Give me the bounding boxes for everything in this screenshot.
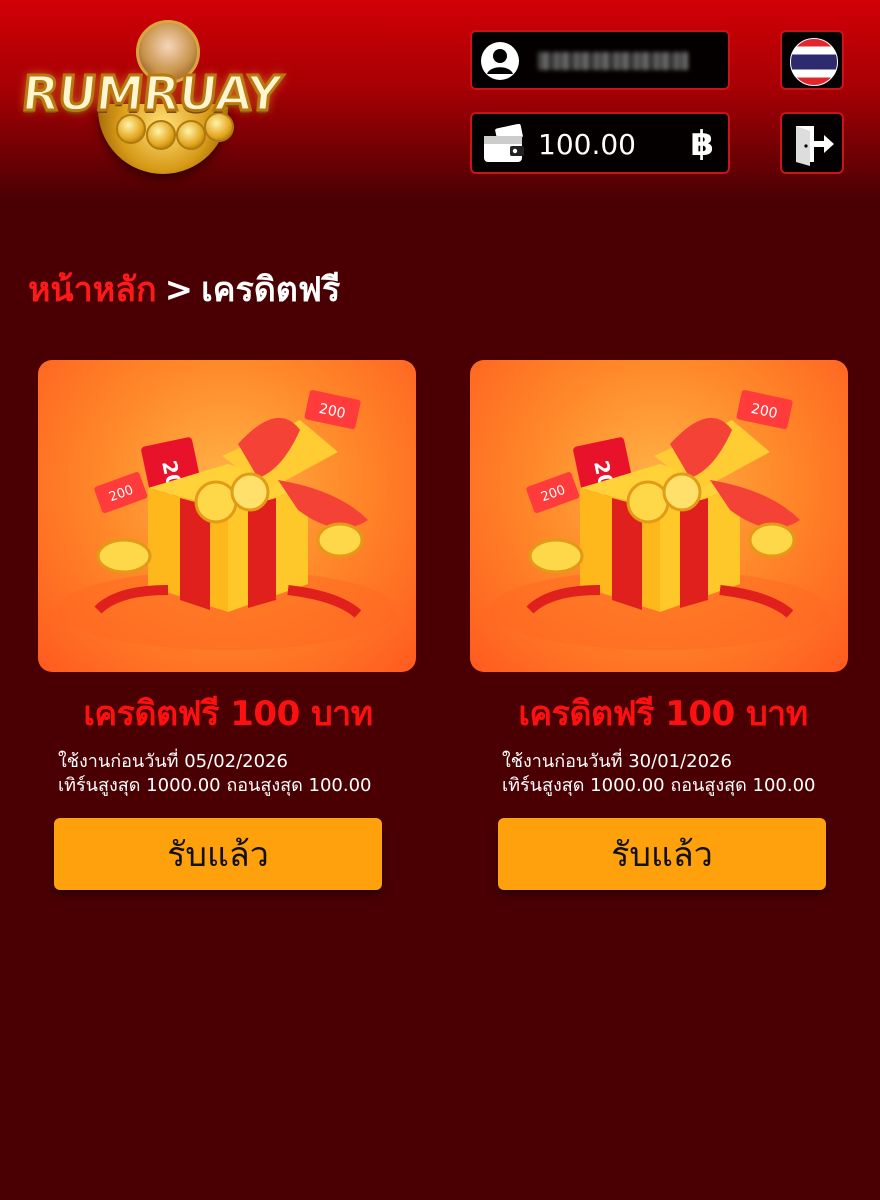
claim-button[interactable]: รับแล้ว: [54, 818, 382, 890]
balance-box[interactable]: 100.00 ฿: [470, 112, 730, 174]
promo-expire-date: ใช้งานก่อนวันที่ 30/01/2026: [502, 751, 732, 772]
currency-symbol: ฿: [690, 124, 714, 164]
gift-box-illustration: 200 200 200: [470, 360, 848, 672]
gift-box-illustration: 200 200 200: [38, 360, 416, 672]
balance-value: 100.00: [538, 128, 636, 161]
promo-details: ใช้งานก่อนวันที่ 05/02/2026 เทิร์นสูงสุด…: [58, 750, 418, 798]
wallet-icon: [484, 124, 524, 162]
promo-expire-date: ใช้งานก่อนวันที่ 05/02/2026: [58, 751, 288, 772]
promo-title: เครดิตฟรี 100 บาท: [518, 694, 808, 734]
gift-box-icon: 200 200 200: [57, 390, 397, 650]
user-account-box[interactable]: [470, 30, 730, 90]
logo-text: RUMRUAY: [18, 65, 285, 124]
breadcrumb-separator: >: [164, 270, 194, 310]
logo-coin: [176, 120, 206, 150]
logout-icon: [796, 126, 834, 166]
user-icon: [481, 42, 519, 80]
promo-card: 200 200 200 เครดิตฟรี 1: [470, 360, 850, 890]
promo-title: เครดิตฟรี 100 บาท: [83, 694, 373, 734]
username-masked: [538, 52, 688, 70]
claim-button[interactable]: รับแล้ว: [498, 818, 826, 890]
promo-limits: เทิร์นสูงสุด 1000.00 ถอนสูงสุด 100.00: [502, 775, 816, 796]
language-button[interactable]: [780, 30, 844, 90]
logo-coin: [146, 120, 176, 150]
promo-details: ใช้งานก่อนวันที่ 30/01/2026 เทิร์นสูงสุด…: [502, 750, 850, 798]
breadcrumb-current: เครดิตฟรี: [201, 270, 341, 310]
breadcrumb-home-link[interactable]: หน้าหลัก: [28, 270, 157, 310]
logo[interactable]: RUMRUAY: [18, 18, 308, 178]
breadcrumb: หน้าหลัก > เครดิตฟรี: [28, 262, 340, 316]
header-bar: RUMRUAY 100.00 ฿: [0, 0, 880, 200]
gift-box-icon: 200 200 200: [489, 390, 829, 650]
promo-limits: เทิร์นสูงสุด 1000.00 ถอนสูงสุด 100.00: [58, 775, 372, 796]
logout-button[interactable]: [780, 112, 844, 174]
thai-flag-icon: [790, 38, 838, 86]
promo-card: 200 200 200 เครดิตฟรี 1: [38, 360, 418, 890]
